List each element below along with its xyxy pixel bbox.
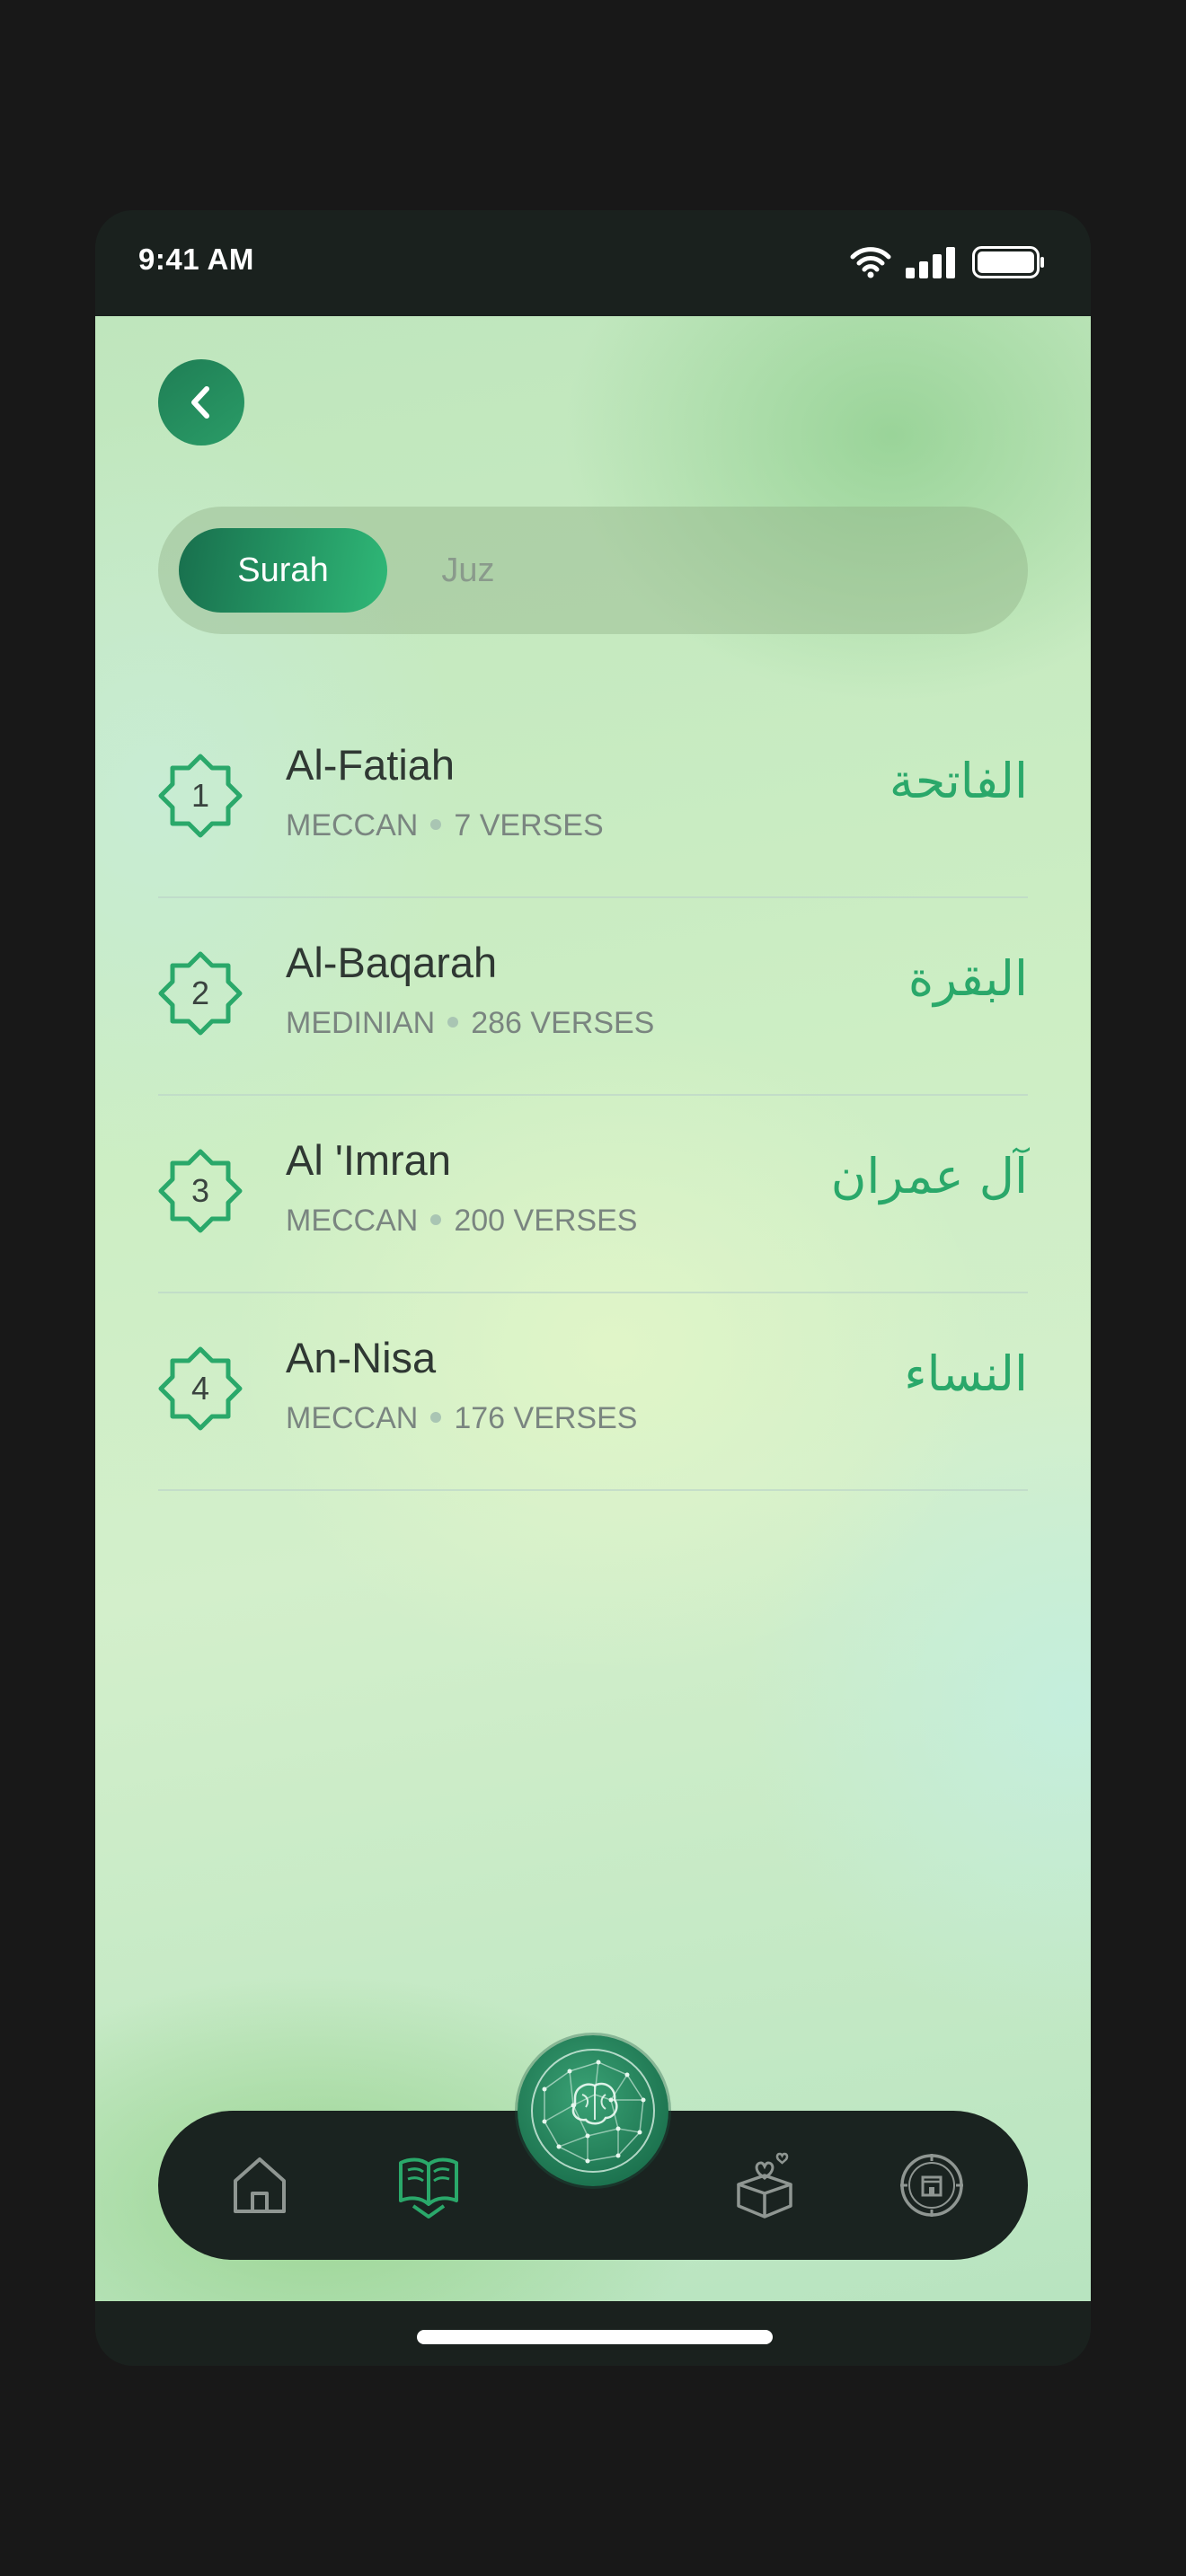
separator-dot — [430, 1412, 442, 1424]
tab-home[interactable] — [225, 2150, 295, 2220]
surah-name: Al-Fatiah — [286, 741, 456, 789]
cellular-signal-icon — [906, 247, 955, 278]
charity-box-icon — [737, 2152, 792, 2219]
home-indicator[interactable] — [417, 2330, 773, 2344]
surah-verses: 286 VERSES — [471, 1006, 655, 1040]
surah-name: Al-Baqarah — [286, 939, 498, 986]
surah-meta: MECCAN 176 VERSES — [286, 1401, 637, 1436]
tab-juz[interactable]: Juz — [387, 528, 549, 613]
status-time: 9:41 AM — [138, 243, 254, 276]
kaaba-compass-icon — [900, 2154, 963, 2217]
tab-charity[interactable] — [730, 2150, 800, 2220]
surah-arabic-name: البقرة — [907, 950, 1028, 1007]
surah-type: MECCAN — [286, 808, 419, 842]
surah-list: 1 Al-Fatiah MECCAN 7 VERSES الفاتحة 2 Al-… — [158, 701, 1028, 1491]
surah-row-al-fatiah[interactable]: 1 Al-Fatiah MECCAN 7 VERSES الفاتحة — [158, 701, 1028, 898]
tab-surah[interactable]: Surah — [179, 528, 387, 613]
surah-arabic-name: النساء — [904, 1345, 1028, 1402]
surah-type: MECCAN — [286, 1401, 419, 1435]
surah-row-an-nisa[interactable]: 4 An-Nisa MECCAN 176 VERSES النساء — [158, 1293, 1028, 1491]
home-indicator-area — [95, 2301, 1091, 2366]
surah-number: 2 — [190, 975, 210, 1011]
surah-number: 3 — [190, 1172, 210, 1209]
home-icon — [234, 2157, 286, 2213]
surah-meta: MEDINIAN 286 VERSES — [286, 1006, 654, 1041]
surah-arabic-name: آل عمران — [830, 1148, 1028, 1204]
surah-type: MEDINIAN — [286, 1006, 436, 1040]
separator-dot — [430, 819, 442, 831]
wifi-icon — [850, 247, 891, 278]
surah-verses: 176 VERSES — [454, 1401, 638, 1435]
surah-list-screen: Surah Juz 1 Al-Fatiah MECCAN 7 VERSES الف… — [95, 316, 1091, 2301]
back-button[interactable] — [158, 359, 244, 446]
surah-row-al-imran[interactable]: 3 Al 'Imran MECCAN 200 VERSES آل عمران — [158, 1096, 1028, 1293]
surah-type: MECCAN — [286, 1204, 419, 1238]
surah-number-badge: 1 — [158, 754, 243, 838]
surah-row-al-baqarah[interactable]: 2 Al-Baqarah MEDINIAN 286 VERSES البقرة — [158, 898, 1028, 1096]
segmented-control: Surah Juz — [158, 507, 1028, 634]
surah-name: An-Nisa — [286, 1334, 437, 1381]
surah-meta: MECCAN 7 VERSES — [286, 808, 604, 843]
tab-qibla[interactable] — [897, 2150, 967, 2220]
status-bar: 9:41 AM — [95, 210, 1091, 316]
phone-frame: 9:41 AM Surah Juz 1 Al-Fatiah MECCAN 7 V… — [95, 210, 1091, 2366]
globe-brain-icon — [531, 2049, 655, 2173]
surah-meta: MECCAN 200 VERSES — [286, 1204, 637, 1239]
surah-number: 4 — [190, 1370, 210, 1407]
surah-number-badge: 2 — [158, 951, 243, 1036]
battery-icon — [972, 246, 1044, 278]
chevron-left-icon — [191, 386, 209, 419]
surah-arabic-name: الفاتحة — [889, 753, 1028, 809]
status-icons — [850, 246, 1048, 278]
tab-quran[interactable] — [394, 2150, 464, 2220]
surah-number-badge: 4 — [158, 1346, 243, 1431]
surah-number-badge: 3 — [158, 1149, 243, 1233]
separator-dot — [447, 1017, 459, 1028]
center-globe-button[interactable] — [518, 2035, 668, 2186]
surah-name: Al 'Imran — [286, 1136, 451, 1184]
surah-number: 1 — [190, 777, 210, 814]
separator-dot — [430, 1214, 442, 1226]
quran-book-icon — [399, 2157, 458, 2219]
surah-verses: 200 VERSES — [454, 1204, 638, 1238]
surah-verses: 7 VERSES — [454, 808, 604, 842]
